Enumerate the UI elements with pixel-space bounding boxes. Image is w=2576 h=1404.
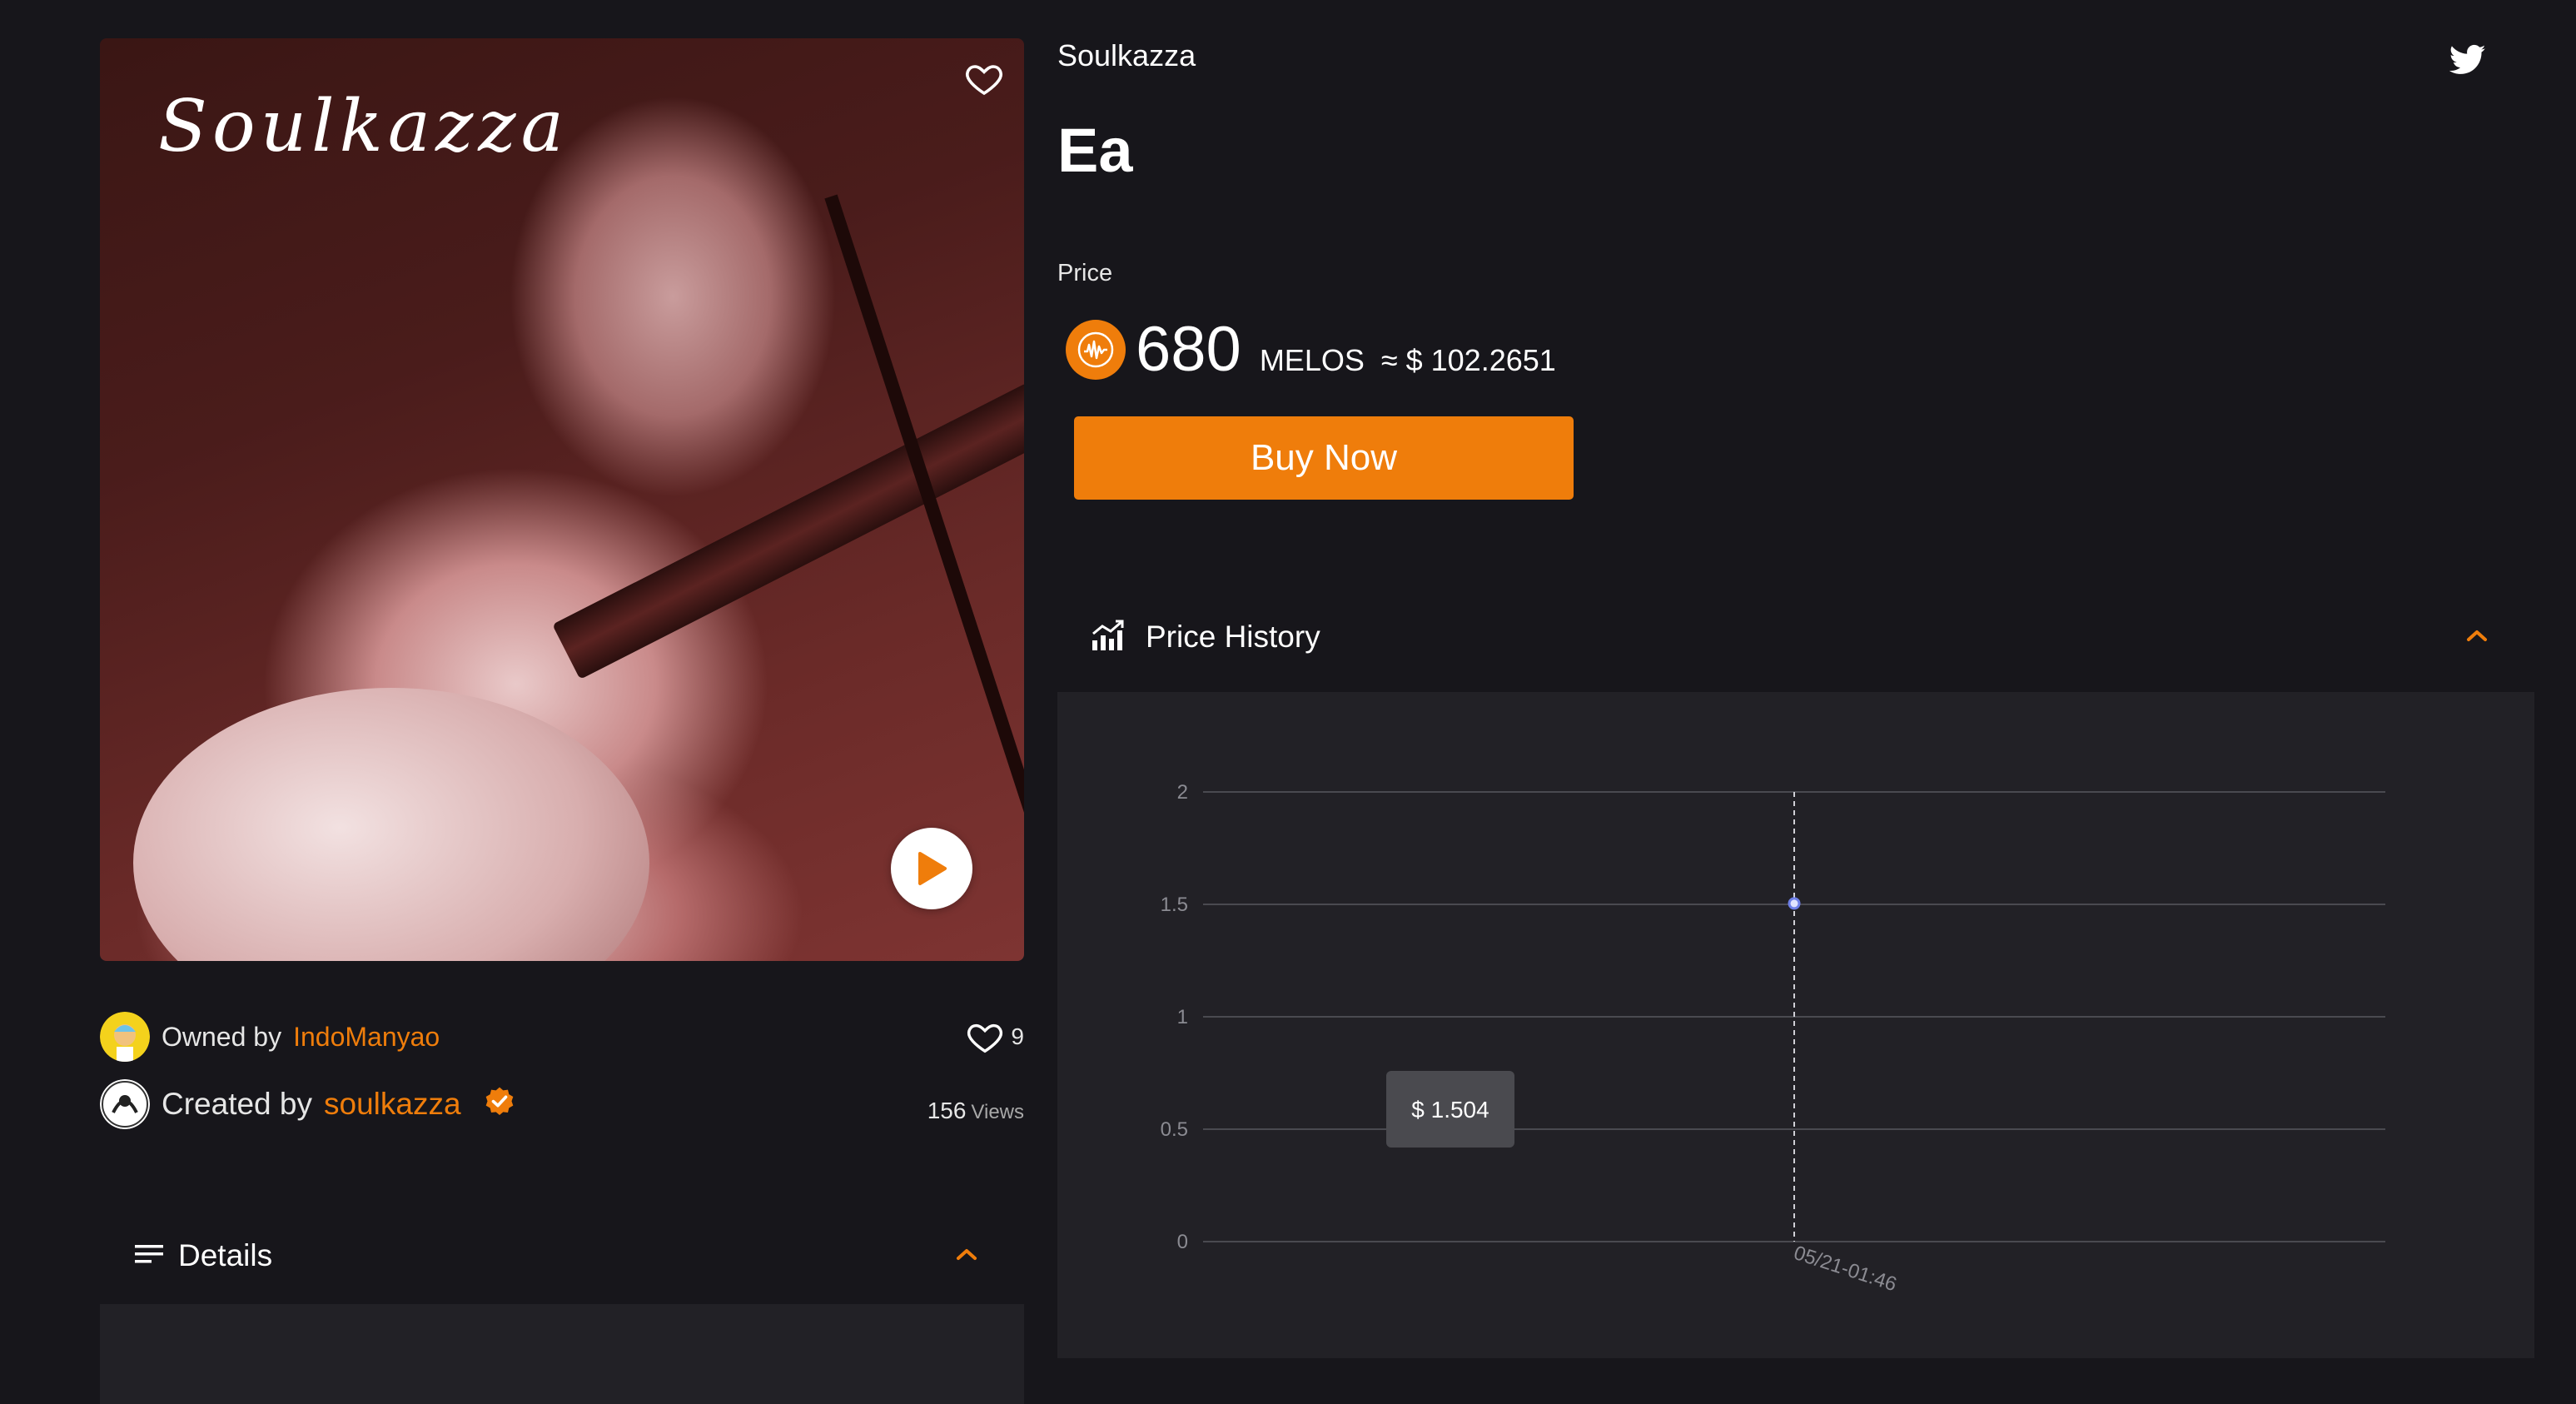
play-icon	[918, 852, 947, 885]
price-history-chart-panel: 0 0.5 1 1.5 2 05/21-01:46 $ 1.504	[1057, 692, 2534, 1358]
chevron-up-icon[interactable]	[956, 1247, 977, 1265]
owned-by-row: Owned by IndoManyao	[100, 1012, 440, 1062]
collection-name[interactable]: Soulkazza	[1057, 38, 1196, 73]
details-accordion-header[interactable]: Details	[100, 1209, 1024, 1302]
y-tick-label: 0	[1177, 1231, 1188, 1253]
artwork-script-title: Soulkazza	[158, 85, 569, 168]
price-row: 680 MELOS ≈ $ 102.2651	[1066, 313, 1556, 386]
x-tick-label: 05/21-01:46	[1791, 1242, 1899, 1296]
y-tick-label: 0.5	[1161, 1118, 1188, 1141]
views-counter: 156 Views	[927, 1098, 1024, 1124]
guitar-shape	[133, 688, 649, 961]
price-history-accordion-header[interactable]: Price History	[1057, 593, 2534, 681]
likes-counter[interactable]: 9	[966, 1018, 1024, 1056]
y-tick-label: 1.5	[1161, 894, 1188, 916]
views-count: 156	[927, 1098, 967, 1123]
list-icon	[135, 1242, 163, 1270]
twitter-icon[interactable]	[2449, 43, 2486, 77]
owner-link[interactable]: IndoManyao	[293, 1022, 440, 1053]
chevron-up-icon[interactable]	[2466, 629, 2488, 646]
created-by-row: Created by soulkazza	[100, 1079, 516, 1129]
likes-count: 9	[1011, 1023, 1024, 1049]
melos-token-icon	[1066, 319, 1126, 380]
buy-now-button[interactable]: Buy Now	[1074, 416, 1574, 500]
heart-outline-icon	[967, 1023, 1003, 1053]
data-point	[1788, 897, 1801, 910]
price-label: Price	[1057, 260, 1113, 286]
creator-link[interactable]: soulkazza	[324, 1087, 461, 1122]
verified-badge-icon	[483, 1086, 516, 1123]
details-panel	[100, 1304, 1024, 1404]
y-tick-label: 2	[1177, 781, 1188, 804]
owned-by-label: Owned by	[162, 1021, 282, 1052]
heart-outline-icon[interactable]	[964, 58, 1004, 98]
owner-avatar[interactable]	[100, 1012, 150, 1062]
trending-chart-icon	[1091, 619, 1127, 656]
y-tick-label: 1	[1177, 1006, 1188, 1028]
details-title: Details	[178, 1238, 273, 1272]
views-label: Views	[971, 1101, 1024, 1123]
price-usd: ≈ $ 102.2651	[1380, 343, 1556, 377]
price-history-chart: 0 0.5 1 1.5 2 05/21-01:46 $ 1.504	[1161, 781, 2385, 1296]
guitar-neck-shape	[552, 382, 1024, 680]
play-button[interactable]	[891, 828, 972, 909]
artwork-image[interactable]: Soulkazza	[100, 38, 1024, 961]
creator-avatar[interactable]	[100, 1079, 150, 1129]
tooltip-text: $ 1.504	[1411, 1097, 1489, 1123]
price-unit: MELOS	[1259, 343, 1365, 377]
created-by-label: Created by	[162, 1087, 312, 1121]
item-title: Ea	[1057, 116, 1133, 185]
price-history-title: Price History	[1146, 620, 1320, 654]
price-amount: 680	[1136, 314, 1241, 385]
